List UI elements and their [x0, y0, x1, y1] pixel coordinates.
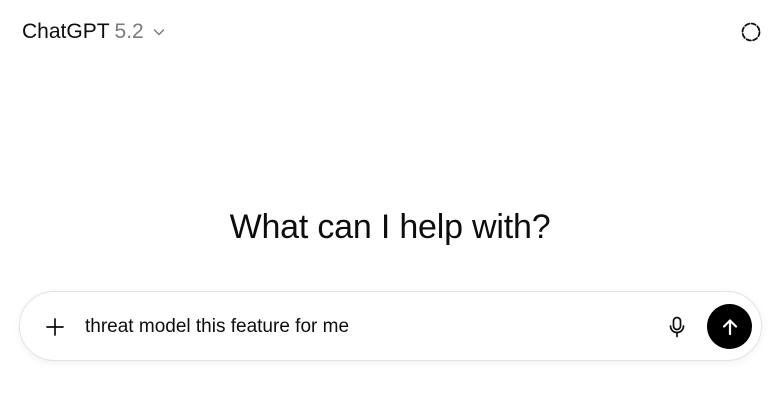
add-attachment-button[interactable]: [44, 316, 66, 338]
arrow-up-icon: [720, 317, 740, 337]
temporary-chat-button[interactable]: [739, 20, 763, 44]
page-title: What can I help with?: [229, 208, 551, 246]
model-version: 5.2: [114, 20, 144, 43]
plus-icon: [45, 317, 65, 337]
dictate-button[interactable]: [665, 315, 689, 339]
dashed-circle-icon: [740, 21, 762, 43]
prompt-input[interactable]: threat model this feature for me: [85, 314, 349, 340]
microphone-icon: [668, 316, 686, 338]
model-name: ChatGPT: [22, 20, 110, 43]
send-button[interactable]: [707, 304, 752, 349]
chat-page: ChatGPT 5.2 What can I help with? threat…: [0, 0, 780, 418]
model-switcher[interactable]: ChatGPT 5.2: [22, 17, 166, 47]
composer: threat model this feature for me: [19, 291, 762, 361]
chevron-down-icon: [152, 25, 166, 39]
